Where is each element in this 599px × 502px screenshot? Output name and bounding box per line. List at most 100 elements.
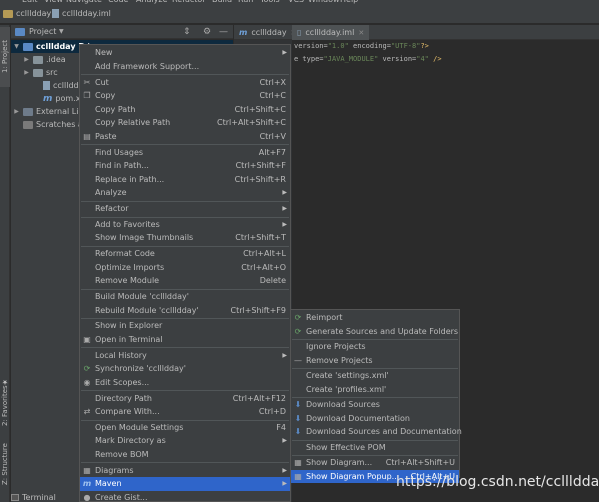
menubar-item-build[interactable]: Build [212,0,232,4]
menubar-item-tools[interactable]: Tools [260,0,280,4]
menu-item-synchronize-ccllldday[interactable]: ⟳ Synchronize 'ccllldday' [80,362,290,376]
menubar-item-run[interactable]: Run [238,0,253,4]
refresh-icon: ⟳ [83,364,91,374]
menu-item-new[interactable]: New ▶ [80,46,290,60]
menu-item-download-sources-and-documentation[interactable]: ⬇ Download Sources and Documentation [291,425,462,439]
collapse-all-icon[interactable]: ⇕ [183,27,191,37]
menubar-item-code[interactable]: Code [108,0,128,4]
menubar-item-help[interactable]: Help [340,0,358,4]
menu-item-compare-with[interactable]: ⇄ Compare With... Ctrl+D [80,405,290,419]
menu-item-diagrams[interactable]: ▦ Diagrams ▶ [80,464,290,478]
submenu-arrow-icon: ▶ [282,49,287,57]
menubar-item-refactor[interactable]: Refactor [172,0,206,4]
github-icon: ● [83,492,91,502]
menu-item-label: Cut [95,77,109,87]
menu-item-download-sources[interactable]: ⬇ Download Sources [291,398,459,412]
breadcrumb-separator: › [44,9,48,18]
menu-item-ignore-projects[interactable]: Ignore Projects [291,340,459,354]
menubar-item-analyze[interactable]: Analyze [136,0,168,4]
menu-item-generate-sources-and-update-folders[interactable]: ⟳ Generate Sources and Update Folders [291,325,459,339]
collapsed-arrow-icon[interactable]: ▶ [13,108,20,115]
menu-item-find-usages[interactable]: Find Usages Alt+F7 [80,145,290,159]
menubar-item-window[interactable]: Window [308,0,340,4]
menu-item-mark-directory-as[interactable]: Mark Directory as ▶ [80,434,290,448]
tree-item-external-libr[interactable]: ▶ External Libr [13,105,87,118]
menu-item-remove-bom[interactable]: Remove BOM [80,448,290,462]
menu-item-local-history[interactable]: Local History ▶ [80,348,290,362]
gear-icon[interactable]: ⚙ [203,27,211,37]
paste-icon: ▤ [83,131,91,141]
menu-item-remove-projects[interactable]: — Remove Projects [291,354,459,368]
menu-item-create-profiles-xml[interactable]: Create 'profiles.xml' [291,383,459,397]
menu-item-find-in-path[interactable]: Find in Path... Ctrl+Shift+F [80,159,290,173]
menu-item-show-in-explorer[interactable]: Show in Explorer [80,319,290,333]
menu-item-label: Add Framework Support... [95,61,200,71]
tab-favorites[interactable]: 2: Favorites ★ [0,373,10,431]
menu-item-remove-module[interactable]: Remove Module Delete [80,274,290,288]
menu-item-label: Download Sources [306,400,380,410]
close-icon[interactable]: ✕ [358,29,364,37]
menu-item-label: Refactor [95,204,129,214]
menu-item-cut[interactable]: ✂ Cut Ctrl+X [80,75,290,89]
menu-item-create-gist[interactable]: ● Create Gist... [80,491,290,502]
menu-item-analyze[interactable]: Analyze ▶ [80,186,290,200]
menu-item-add-framework-support[interactable]: Add Framework Support... [80,60,290,74]
menu-item-maven[interactable]: m Maven ▶ [80,477,290,491]
menu-item-replace-in-path[interactable]: Replace in Path... Ctrl+Shift+R [80,173,290,187]
editor-tabs: mccllldday ✕▯ccllldday.iml✕ [234,25,599,40]
menu-item-show-image-thumbnails[interactable]: Show Image Thumbnails Ctrl+Shift+T [80,231,290,245]
menu-item-download-documentation[interactable]: ⬇ Download Documentation [291,412,459,426]
menu-item-rebuild-module-ccllldday[interactable]: Rebuild Module 'ccllldday' Ctrl+Shift+F9 [80,303,290,317]
menubar-item-edit[interactable]: Edit [22,0,38,4]
expanded-arrow-icon[interactable]: ▼ [13,43,20,50]
menubar-item-view[interactable]: View [44,0,63,4]
tree-item-scratches-an[interactable]: Scratches an [13,118,88,131]
menu-item-build-module-ccllldday[interactable]: Build Module 'ccllldday' [80,290,290,304]
collapsed-arrow-icon[interactable]: ▶ [23,69,30,76]
menu-item-add-to-favorites[interactable]: Add to Favorites ▶ [80,218,290,232]
diagram-icon: ▦ [294,471,302,481]
menu-item-label: Show Diagram... [306,458,373,468]
tree-item-idea[interactable]: ▶ .idea [23,53,66,66]
chevron-down-icon[interactable]: ▼ [59,28,64,35]
project-panel-title[interactable]: Project [29,27,56,36]
menu-item-label: Create Gist... [95,492,148,502]
menu-item-show-diagram[interactable]: ▦ Show Diagram... Ctrl+Alt+Shift+U [291,456,459,470]
tree-item-src[interactable]: ▶ src [23,66,58,79]
menu-item-create-settings-xml[interactable]: Create 'settings.xml' [291,369,459,383]
menu-item-open-in-terminal[interactable]: ▣ Open in Terminal [80,333,290,347]
shortcut-label: F4 [276,422,286,432]
folder-icon [3,9,13,18]
menu-item-copy[interactable]: ❐ Copy Ctrl+C [80,89,290,103]
menu-item-paste[interactable]: ▤ Paste Ctrl+V [80,130,290,144]
menu-item-open-module-settings[interactable]: Open Module Settings F4 [80,421,290,435]
terminal-tab-label: Terminal [22,492,56,502]
menubar-item-vcs[interactable]: VCS [288,0,304,4]
tree-item-label: .idea [46,55,66,64]
cut-icon: ✂ [83,77,91,87]
tab-structure[interactable]: Z: Structure [0,435,10,493]
terminal-tab[interactable]: Terminal [11,492,56,502]
menu-item-copy-relative-path[interactable]: Copy Relative Path Ctrl+Alt+Shift+C [80,116,290,130]
tab-project[interactable]: 1: Project [0,27,10,87]
menu-item-label: Mark Directory as [95,436,166,446]
menubar-item-navigate[interactable]: Navigate [66,0,102,4]
hide-icon[interactable]: — [219,27,228,37]
menu-item-edit-scopes[interactable]: ◉ Edit Scopes... [80,376,290,390]
menu-item-directory-path[interactable]: Directory Path Ctrl+Alt+F12 [80,391,290,405]
collapsed-arrow-icon[interactable]: ▶ [23,56,30,63]
menu-item-show-effective-pom[interactable]: Show Effective POM [291,441,459,455]
left-tool-strip: 1: Project 2: Favorites ★ Z: Structure [0,25,10,502]
menu-item-reimport[interactable]: ⟳ Reimport [291,311,459,325]
breadcrumb-file[interactable]: ccllldday.iml [52,9,111,18]
context-menu: New ▶ Add Framework Support... ✂ Cut Ctrl+X ❐ C… [79,44,291,502]
menu-item-optimize-imports[interactable]: Optimize Imports Ctrl+Alt+O [80,261,290,275]
editor-tab-ccllldday-iml[interactable]: ▯ ccllldday.iml ✕ [292,25,370,40]
submenu-arrow-icon: ▶ [282,220,287,228]
menu-item-label: Compare With... [95,407,160,417]
menu-item-refactor[interactable]: Refactor ▶ [80,202,290,216]
menu-item-reformat-code[interactable]: Reformat Code Ctrl+Alt+L [80,247,290,261]
menu-item-copy-path[interactable]: Copy Path Ctrl+Shift+C [80,103,290,117]
shortcut-label: Ctrl+Alt+F12 [232,393,286,403]
menu-item-label: Find in Path... [95,161,149,171]
